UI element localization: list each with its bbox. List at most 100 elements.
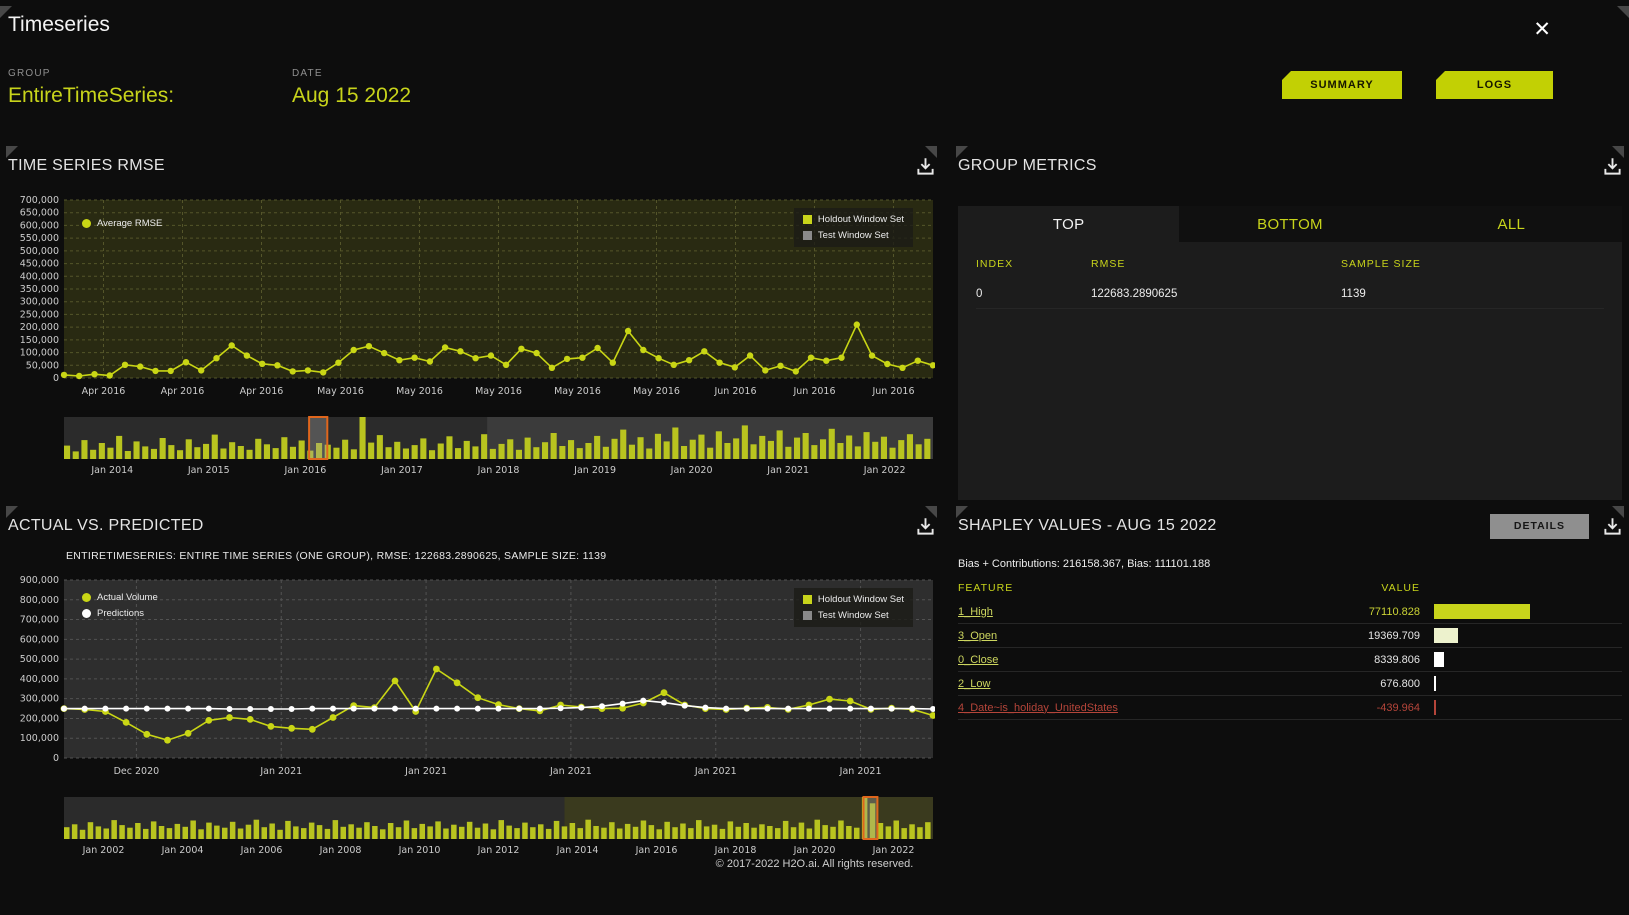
table-cell: 122683.2890625 [1091, 288, 1341, 300]
svg-text:Jan 2016: Jan 2016 [635, 845, 678, 856]
svg-text:Jan 2021: Jan 2021 [549, 766, 592, 777]
actual-volume-swatch [82, 593, 91, 602]
svg-text:May 2016: May 2016 [633, 386, 680, 397]
summary-button[interactable]: SUMMARY [1282, 71, 1402, 99]
group-metrics-panel: GROUP METRICS TOPBOTTOMALL INDEXRMSESAMP… [958, 150, 1622, 500]
average-rmse-label: Average RMSE [97, 218, 162, 229]
table-cell: 0 [976, 288, 1091, 300]
holdout-label: Holdout Window Set [818, 594, 904, 605]
svg-text:Dec 2020: Dec 2020 [114, 766, 160, 777]
feature-value: -439.964 [1298, 702, 1420, 714]
rmse-chart-area: 050,000100,000150,000200,000250,000300,0… [8, 194, 935, 405]
group-metrics-title: GROUP METRICS [958, 157, 1097, 175]
svg-text:Jan 2002: Jan 2002 [82, 845, 125, 856]
feature-value: 19369.709 [1298, 630, 1420, 642]
feature-name[interactable]: 4_Date~is_holiday_UnitedStates [958, 702, 1298, 714]
svg-text:May 2016: May 2016 [554, 386, 601, 397]
contribution-bar [1434, 652, 1444, 667]
svg-text:Jan 2016: Jan 2016 [283, 465, 326, 476]
svg-text:800,000: 800,000 [20, 595, 59, 606]
contribution-bar [1434, 604, 1530, 619]
test-label: Test Window Set [818, 230, 889, 241]
contribution-bar [1434, 628, 1458, 643]
svg-text:700,000: 700,000 [20, 195, 59, 206]
svg-text:Jan 2018: Jan 2018 [477, 465, 520, 476]
shapley-rows: 1_High77110.8283_Open19369.7090_Close833… [958, 600, 1622, 720]
avp-panel-title: ACTUAL VS. PREDICTED [8, 517, 204, 535]
svg-text:400,000: 400,000 [20, 674, 59, 685]
svg-text:Apr 2016: Apr 2016 [161, 386, 205, 397]
svg-text:Jun 2016: Jun 2016 [792, 386, 835, 397]
feature-name[interactable]: 1_High [958, 606, 1298, 618]
svg-text:700,000: 700,000 [20, 615, 59, 626]
tab-top[interactable]: TOP [958, 206, 1179, 242]
svg-text:Jan 2015: Jan 2015 [187, 465, 230, 476]
svg-text:Jan 2014: Jan 2014 [90, 465, 133, 476]
table-cell: 1139 [1341, 288, 1604, 300]
tab-bottom[interactable]: BOTTOM [1179, 206, 1400, 242]
svg-text:300,000: 300,000 [20, 297, 59, 308]
shapley-row: 3_Open19369.709 [958, 624, 1622, 648]
svg-text:Jan 2022: Jan 2022 [872, 845, 915, 856]
predictions-label: Predictions [97, 608, 144, 619]
logs-button[interactable]: LOGS [1436, 71, 1553, 99]
svg-text:500,000: 500,000 [20, 246, 59, 257]
svg-text:Jan 2008: Jan 2008 [319, 845, 362, 856]
avp-series-legend: Actual Volume Predictions [82, 592, 158, 619]
svg-text:Jan 2022: Jan 2022 [863, 465, 906, 476]
group-metrics-table: INDEXRMSESAMPLE SIZE 0122683.28906251139 [958, 242, 1622, 500]
svg-text:Jan 2017: Jan 2017 [380, 465, 423, 476]
contribution-bar [1434, 700, 1436, 715]
avp-chart-area: 0100,000200,000300,000400,000500,000600,… [8, 574, 935, 785]
svg-text:200,000: 200,000 [20, 322, 59, 333]
svg-text:Jan 2014: Jan 2014 [556, 845, 599, 856]
svg-text:0: 0 [53, 753, 59, 764]
svg-text:650,000: 650,000 [20, 208, 59, 219]
feature-name[interactable]: 3_Open [958, 630, 1298, 642]
table-row[interactable]: 0122683.28906251139 [976, 280, 1604, 309]
download-icon[interactable] [916, 517, 935, 536]
svg-text:250,000: 250,000 [20, 309, 59, 320]
avp-overview-scrubber[interactable]: Jan 2002Jan 2004Jan 2006Jan 2008Jan 2010… [8, 795, 935, 857]
holdout-label: Holdout Window Set [818, 214, 904, 225]
avp-subtitle: ENTIRETIMESERIES: ENTIRE TIME SERIES (ON… [66, 550, 935, 562]
rmse-window-legend: Holdout Window Set Test Window Set [794, 208, 913, 247]
average-rmse-swatch [82, 219, 91, 228]
svg-text:900,000: 900,000 [20, 575, 59, 586]
bar-cell [1420, 604, 1622, 619]
actual-vs-predicted-panel: ACTUAL VS. PREDICTED ENTIRETIMESERIES: E… [8, 510, 935, 862]
svg-text:Apr 2016: Apr 2016 [82, 386, 126, 397]
svg-text:Jun 2016: Jun 2016 [713, 386, 756, 397]
rmse-overview-scrubber[interactable]: Jan 2014 Jan 2015 Jan 2016 Jan 2017 Jan 2018… [8, 415, 935, 477]
download-icon[interactable] [1603, 517, 1622, 536]
shapley-row: 1_High77110.828 [958, 600, 1622, 624]
details-button[interactable]: DETAILS [1490, 514, 1589, 539]
bar-cell [1420, 628, 1622, 643]
tab-all[interactable]: ALL [1401, 206, 1622, 242]
bar-cell [1420, 652, 1622, 667]
download-icon[interactable] [1603, 157, 1622, 176]
bar-cell [1420, 700, 1622, 715]
value-header: VALUE [1298, 582, 1420, 594]
group-block: GROUP EntireTimeSeries: [8, 68, 174, 108]
contribution-bar [1434, 676, 1436, 691]
svg-text:400,000: 400,000 [20, 271, 59, 282]
svg-text:550,000: 550,000 [20, 233, 59, 244]
svg-text:Jan 2021: Jan 2021 [839, 766, 882, 777]
test-label: Test Window Set [818, 610, 889, 621]
feature-name[interactable]: 2_Low [958, 678, 1298, 690]
close-icon[interactable]: ✕ [1527, 16, 1557, 43]
copyright-text: © 2017-2022 H2O.ai. All rights reserved. [0, 858, 1629, 870]
download-icon[interactable] [916, 157, 935, 176]
svg-text:450,000: 450,000 [20, 259, 59, 270]
holdout-swatch [803, 595, 812, 604]
feature-name[interactable]: 0_Close [958, 654, 1298, 666]
svg-text:50,000: 50,000 [26, 360, 59, 371]
group-value: EntireTimeSeries: [8, 84, 174, 108]
svg-text:Jan 2018: Jan 2018 [714, 845, 757, 856]
rmse-panel-title: TIME SERIES RMSE [8, 157, 165, 175]
holdout-swatch [803, 215, 812, 224]
svg-text:Jan 2010: Jan 2010 [398, 845, 441, 856]
test-swatch [803, 231, 812, 240]
svg-text:May 2016: May 2016 [475, 386, 522, 397]
